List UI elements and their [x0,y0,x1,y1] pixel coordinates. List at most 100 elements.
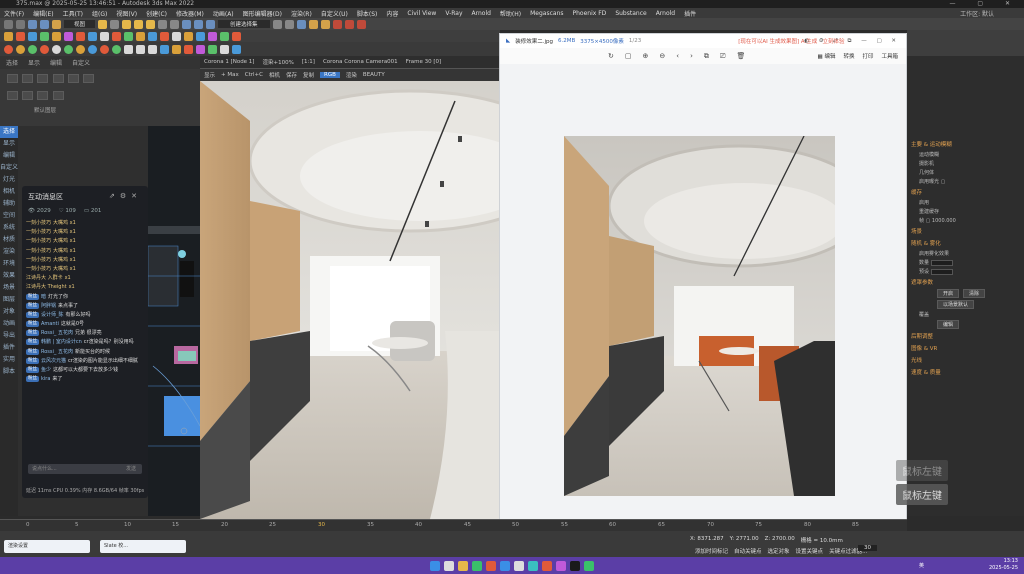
strip-item-17[interactable]: 导出 [0,330,18,342]
app-icon-2[interactable] [486,560,496,571]
toolbox-button[interactable]: 工具箱 [881,52,898,60]
plugin-icon-11[interactable] [124,31,133,41]
strip-item-19[interactable]: 实用 [0,354,18,366]
strip-item-15[interactable]: 对象 [0,306,18,318]
frame-number-input[interactable]: 30 [858,545,877,551]
floorplan-viewport[interactable] [148,126,200,516]
strip-item-10[interactable]: 渲染 [0,246,18,258]
vfb-btn-7[interactable]: 渲染 [346,71,357,79]
setting-row[interactable]: 启用 [907,198,1024,207]
panel-button-5[interactable] [67,74,79,83]
menu-vray[interactable]: V-Ray [445,10,462,17]
strip-item-16[interactable]: 动画 [0,318,18,330]
section-2[interactable]: 场景 [907,225,1024,237]
tab-customize[interactable]: 自定义 [72,58,90,67]
tool-icon-3[interactable] [184,44,193,54]
tool-icon-6[interactable] [220,44,229,54]
strip-item-2[interactable]: 编辑 [0,150,18,162]
angle-snap-icon[interactable] [194,19,204,29]
viewport-header-4[interactable]: Frame 30 [0] [406,59,441,65]
plugin-icon-18[interactable] [208,31,217,41]
tab-select[interactable]: 选择 [6,58,18,67]
sphere-icon[interactable] [4,44,13,54]
coord-z[interactable]: Z: 2700.00 [765,536,795,544]
vfb-btn-0[interactable]: 显示 [204,71,215,79]
panel-button-10[interactable] [52,91,64,100]
plugin-icon-2[interactable] [16,31,25,41]
menu-help[interactable]: 帮助(H) [500,9,521,18]
sphere-icon-4[interactable] [40,44,49,54]
pivot-icon[interactable] [170,19,180,29]
plugin-icon-3[interactable] [28,31,37,41]
menu-plugins[interactable]: 插件 [684,9,696,18]
input-language[interactable]: 英 [919,562,924,569]
select-region-icon[interactable] [110,19,120,29]
convert-button[interactable]: 转换 [843,52,854,60]
viewport-header-0[interactable]: Corona 1 [Node 1] [204,59,254,65]
stop-icon[interactable] [148,44,157,54]
amount-input[interactable] [930,259,953,266]
vfb-btn-8[interactable]: BEAUTY [363,72,385,78]
close-icon[interactable]: ✕ [131,192,142,200]
scene-default-button[interactable]: 以场景默认 [937,300,975,309]
move-icon[interactable] [122,19,132,29]
menu-megascans[interactable]: Megascans [530,10,563,17]
layer-label[interactable]: 默认图层 [0,103,200,117]
tool-icon-1[interactable] [160,44,169,54]
viewport-header-1[interactable]: 渲染+100% [262,58,293,66]
strip-item-7[interactable]: 空间 [0,210,18,222]
menu-rendering[interactable]: 渲染(R) [291,9,312,18]
plugin-icon-9[interactable] [100,31,109,41]
panel-button-8[interactable] [22,91,34,100]
menu-arnold-2[interactable]: Arnold [656,10,675,17]
plugin-icon-10[interactable] [112,31,121,41]
plugin-icon-19[interactable] [220,31,229,41]
3dsmax-icon[interactable] [570,560,580,571]
send-button[interactable]: 发送 [126,464,136,474]
sphere-icon-6[interactable] [64,44,73,54]
section-7[interactable]: 光线 [907,354,1024,366]
render-setup-tab[interactable]: 渲染设置 [4,540,90,553]
tool-icon-7[interactable] [232,44,241,54]
strip-item-8[interactable]: 系统 [0,222,18,234]
setting-row[interactable]: 启用曝光 ▢ [907,177,1024,186]
panel-button-9[interactable] [37,91,49,100]
setting-row[interactable]: 重建缓存 [907,207,1024,216]
strip-item-1[interactable]: 显示 [0,138,18,150]
plugin-icon-14[interactable] [160,31,169,41]
timeline[interactable]: 0 5 10 15 20 25 30 35 40 45 50 55 60 65 … [0,519,907,531]
vfb-btn-4[interactable]: 保存 [286,71,297,79]
window-controls[interactable]: — ▢ ✕ [949,0,1020,8]
select-icon[interactable] [98,19,108,29]
copy-icon[interactable]: ⧉ [704,52,709,61]
viewer-window-controls[interactable]: ◐ ⚙ ⤢ ⧉ — ▢ ✕ [804,38,900,45]
zoom-in-icon[interactable]: ⊕ [643,52,649,60]
vfb-btn-5[interactable]: 复制 [303,71,314,79]
plugin-icon-1[interactable] [4,31,13,41]
tool-icon-5[interactable] [208,44,217,54]
viewport-header-3[interactable]: Corona Corona Camera001 [323,59,398,65]
selected-dropdown[interactable]: 选定对象 [768,547,790,555]
menu-customize[interactable]: 自定义(U) [321,9,348,18]
plugin-icon-16[interactable] [184,31,193,41]
next-icon[interactable]: › [690,52,693,60]
section-6[interactable]: 图像 & VR [907,342,1024,354]
sphere-icon-5[interactable] [52,44,61,54]
mirror-icon[interactable] [272,19,282,29]
plugin-icon-17[interactable] [196,31,205,41]
sphere-icon-9[interactable] [100,44,109,54]
section-3[interactable]: 随机 & 雾化 [907,237,1024,249]
zoom-out-icon[interactable]: ⊖ [659,52,665,60]
menu-content[interactable]: 内容 [386,9,398,18]
preset-input[interactable] [930,268,953,275]
coord-x[interactable]: X: 8371.287 [690,536,724,544]
panel-button-6[interactable] [83,74,95,83]
menu-substance[interactable]: Substance [615,10,646,17]
menu-graph-editors[interactable]: 图形编辑器(D) [243,9,282,18]
plugin-icon-4[interactable] [40,31,49,41]
section-8[interactable]: 速度 & 质量 [907,366,1024,378]
render-frame-icon[interactable] [344,19,354,29]
system-clock[interactable]: 13:13 2025-05-25 [989,558,1018,572]
tool-icon-2[interactable] [172,44,181,54]
slate-tab[interactable]: Slate 校... [100,540,186,553]
